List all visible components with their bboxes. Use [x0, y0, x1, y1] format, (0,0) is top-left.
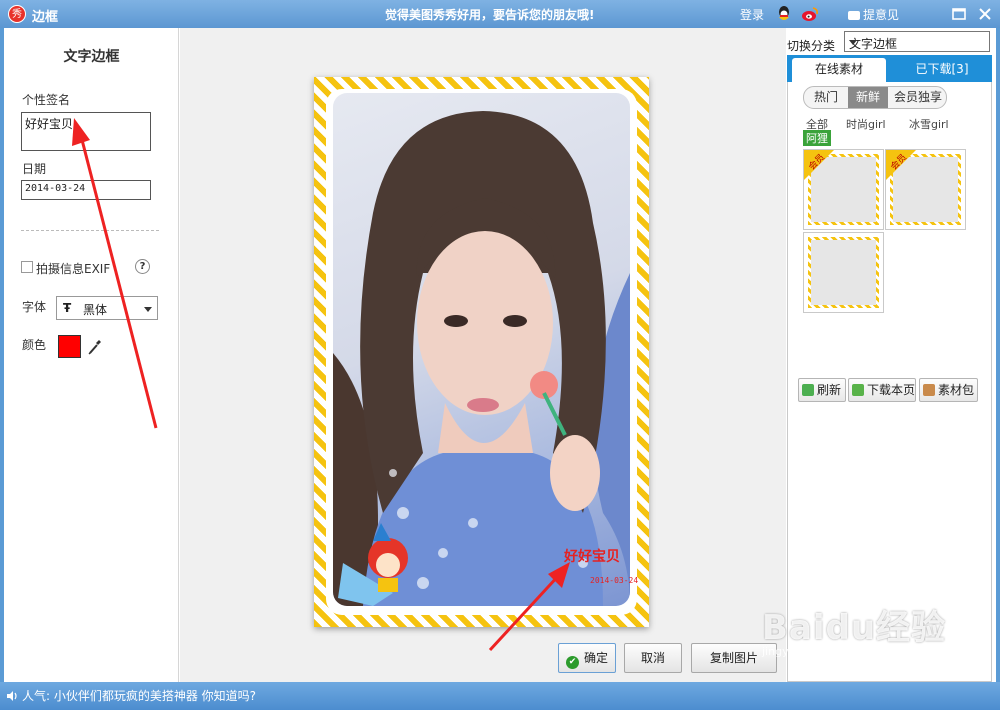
- ok-label: 确定: [583, 651, 608, 665]
- watermark-logo: Baidu经验: [762, 608, 947, 648]
- help-icon[interactable]: ?: [135, 259, 150, 274]
- subtab-vip[interactable]: 会员独享: [888, 87, 946, 108]
- text-settings-panel: 文字边框 个性签名 好好宝贝 日期 2014-03-24 拍摄信息EXIF ? …: [4, 28, 179, 682]
- exif-label: 拍摄信息EXIF: [36, 262, 111, 276]
- date-input[interactable]: 2014-03-24: [21, 180, 151, 200]
- color-swatch[interactable]: [58, 335, 81, 358]
- eyedropper-icon[interactable]: [88, 339, 102, 355]
- font-value: 黑体: [83, 303, 108, 317]
- login-link[interactable]: 登录: [740, 6, 764, 23]
- refresh-button[interactable]: 刷新: [798, 378, 846, 402]
- subtab-hot[interactable]: 热门: [804, 87, 848, 108]
- portrait-illustration: [333, 111, 630, 606]
- title-bar: 秀 边框 觉得美图秀秀好用，要告诉您的朋友哦! 登录 提意见: [0, 0, 1000, 28]
- divider: [21, 230, 159, 231]
- tag-ali[interactable]: 阿狸: [803, 130, 831, 146]
- font-type-icon: Ŧ: [63, 301, 72, 315]
- panel-title: 文字边框: [63, 49, 120, 65]
- font-select[interactable]: Ŧ 黑体: [56, 296, 158, 320]
- photo-preview: 好好宝贝 2014-03-24: [314, 77, 649, 627]
- material-tabs: 在线素材 已下载[3]: [787, 55, 992, 82]
- tag-fashion-girl[interactable]: 时尚girl: [846, 116, 886, 132]
- photo-image: [333, 93, 630, 606]
- status-message[interactable]: 人气: 小伙伴们都玩疯的美搭神器 你知道吗?: [22, 687, 256, 704]
- exif-checkbox[interactable]: [21, 261, 33, 273]
- tab-downloaded[interactable]: 已下载[3]: [897, 58, 987, 82]
- material-thumbnail[interactable]: [803, 232, 884, 313]
- app-logo-icon: 秀: [8, 5, 26, 23]
- subtab-group: 热门 新鲜 会员独享: [803, 86, 947, 109]
- refresh-icon: [802, 384, 814, 396]
- feedback-label: 提意见: [863, 8, 900, 22]
- maximize-icon[interactable]: [950, 5, 968, 23]
- ok-button[interactable]: ✔ 确定: [558, 643, 616, 673]
- download-page-button[interactable]: 下载本页: [848, 378, 916, 402]
- download-icon: [852, 384, 864, 396]
- material-pack-button[interactable]: 素材包: [919, 378, 978, 402]
- canvas-area: 好好宝贝 2014-03-24 ✔ 确定 取消 复制图片: [180, 28, 786, 682]
- material-thumbnail[interactable]: 会员: [885, 149, 966, 230]
- font-label: 字体: [22, 300, 47, 314]
- package-icon: [923, 384, 935, 396]
- window-title: 边框: [32, 10, 59, 25]
- color-label: 颜色: [22, 338, 47, 352]
- signature-label: 个性签名: [22, 93, 71, 107]
- speaker-icon: [7, 691, 17, 701]
- category-select[interactable]: 文字边框: [844, 31, 990, 52]
- main-area: 文字边框 个性签名 好好宝贝 日期 2014-03-24 拍摄信息EXIF ? …: [4, 28, 996, 682]
- date-label: 日期: [22, 162, 47, 176]
- material-thumbnail[interactable]: 会员: [803, 149, 884, 230]
- signature-input[interactable]: 好好宝贝: [21, 112, 151, 151]
- material-list: 热门 新鲜 会员独享 全部 时尚girl 冰雪girl 阿狸 会员 会员 刷新: [787, 82, 992, 682]
- slogan-text: 觉得美图秀秀好用，要告诉您的朋友哦!: [385, 8, 595, 22]
- weibo-icon[interactable]: [801, 6, 819, 22]
- chat-bubble-icon: [848, 11, 860, 20]
- tab-online[interactable]: 在线素材: [792, 58, 886, 82]
- qq-icon[interactable]: [776, 5, 792, 23]
- frame-signature-text: 好好宝贝: [564, 549, 620, 565]
- baidu-watermark: Baidu经验 jingyan.baidu.com: [762, 600, 946, 658]
- close-icon[interactable]: [976, 5, 994, 23]
- chevron-down-icon: [849, 40, 857, 45]
- status-bar: 人气: 小伙伴们都玩疯的美搭神器 你知道吗?: [0, 682, 1000, 710]
- tag-ice-girl[interactable]: 冰雪girl: [909, 116, 949, 132]
- material-panel: 切换分类 文字边框 在线素材 已下载[3] 热门 新鲜 会员独享 全部 时尚gi…: [787, 28, 996, 682]
- frame-date-text: 2014-03-24: [590, 576, 639, 585]
- feedback-button[interactable]: 提意见: [848, 6, 899, 23]
- cancel-button[interactable]: 取消: [624, 643, 682, 673]
- check-icon: ✔: [565, 656, 579, 669]
- subtab-new[interactable]: 新鲜: [848, 87, 888, 108]
- category-label: 切换分类: [787, 39, 836, 53]
- chevron-down-icon: [144, 307, 152, 312]
